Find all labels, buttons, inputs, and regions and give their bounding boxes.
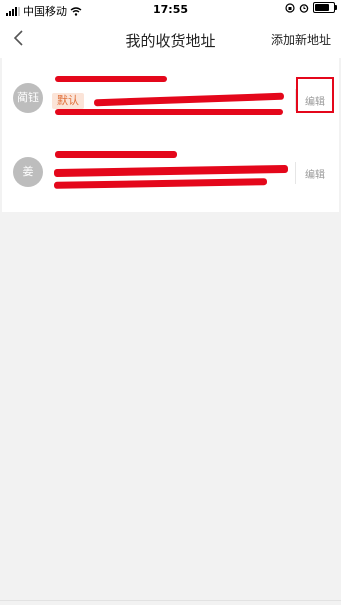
divider	[295, 162, 296, 184]
orientation-lock-icon	[285, 2, 295, 13]
battery-icon	[313, 2, 337, 13]
add-address-button[interactable]: 添加新地址	[271, 31, 331, 48]
address-item[interactable]: 蔺钰 默认	[2, 58, 339, 134]
bottom-divider	[0, 600, 341, 601]
address-list: 蔺钰 默认 姜 编辑 编辑	[2, 58, 339, 212]
edit-button[interactable]: 编辑	[305, 166, 325, 181]
battery-fill	[315, 4, 329, 11]
edit-highlight-box	[296, 77, 334, 113]
edit-button-container: 编辑	[295, 156, 339, 192]
avatar: 蔺钰	[13, 83, 43, 113]
alarm-icon	[299, 3, 309, 13]
address-item[interactable]: 姜	[2, 134, 339, 212]
default-badge: 默认	[52, 93, 84, 109]
status-right	[285, 2, 337, 13]
redaction-mark	[55, 109, 283, 115]
redaction-mark	[55, 151, 177, 158]
redaction-mark	[53, 164, 289, 178]
redaction-mark	[55, 76, 167, 82]
status-bar: 中国移动 17:55	[0, 0, 341, 20]
redaction-mark	[93, 92, 285, 107]
avatar: 姜	[13, 157, 43, 187]
nav-bar: 我的收货地址 添加新地址	[0, 20, 341, 58]
redaction-mark	[53, 178, 268, 189]
